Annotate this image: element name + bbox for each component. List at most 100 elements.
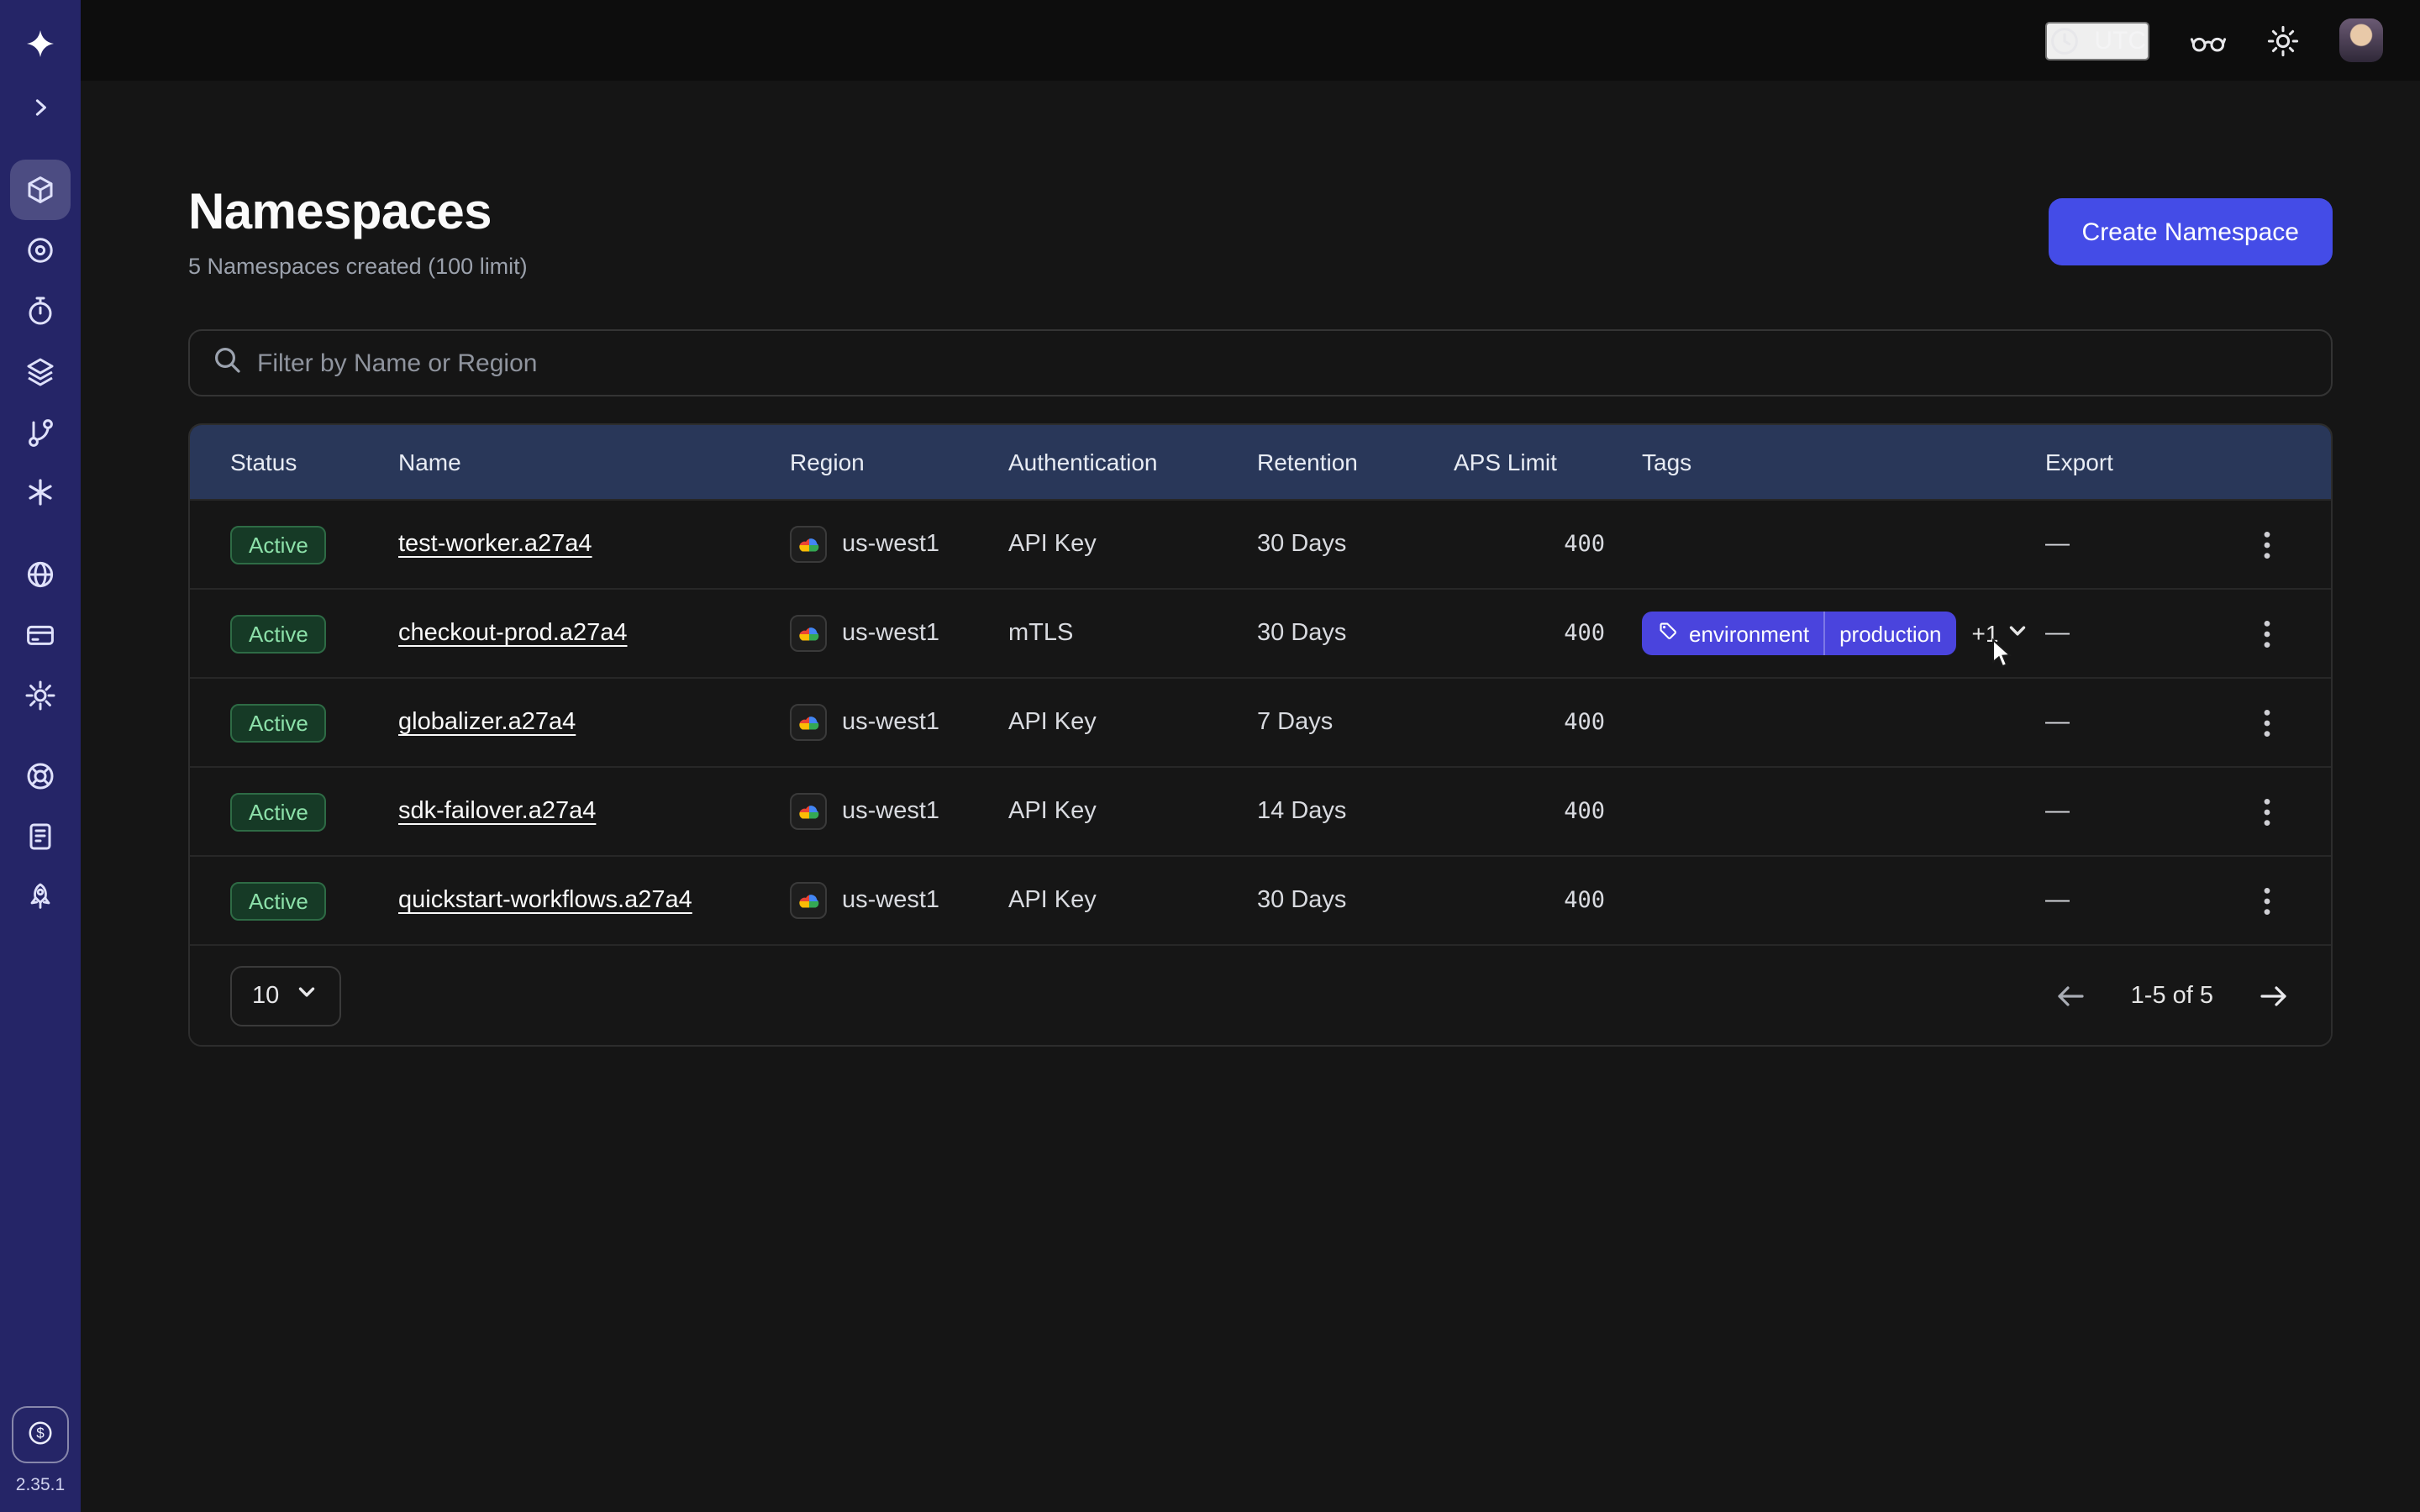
auth-cell: API Key	[1008, 709, 1257, 736]
row-actions-button[interactable]	[2244, 877, 2291, 924]
export-cell: —	[2045, 531, 2217, 558]
app-version: 2.35.1	[16, 1475, 65, 1495]
lifebuoy-icon	[24, 759, 57, 793]
svg-text:$: $	[36, 1425, 45, 1441]
app-window: $ 2.35.1 UTC Namespaces 5 Namespaces cre…	[0, 0, 2420, 1512]
export-cell: —	[2045, 887, 2217, 914]
next-page-button[interactable]	[2257, 979, 2291, 1012]
page-size-value: 10	[252, 982, 279, 1009]
sidebar-item-settings[interactable]	[10, 665, 71, 726]
retention-cell: 30 Days	[1257, 620, 1454, 647]
status-badge: Active	[230, 792, 327, 831]
timezone-label: UTC	[2094, 26, 2146, 55]
namespace-link[interactable]: sdk-failover.a27a4	[398, 798, 596, 825]
topbar: UTC	[81, 0, 2420, 81]
col-authentication: Authentication	[1008, 449, 1257, 475]
table-row: Active sdk-failover.a27a4 us-west1 API K…	[190, 766, 2331, 855]
region-cell: us-west1	[790, 704, 1008, 741]
region-label: us-west1	[842, 531, 939, 558]
col-tags: Tags	[1642, 449, 2045, 475]
status-badge: Active	[230, 703, 327, 742]
table-row: Active test-worker.a27a4 us-west1 API Ke…	[190, 499, 2331, 588]
temporal-logo-icon	[10, 13, 71, 74]
filter-bar	[188, 329, 2333, 396]
region-label: us-west1	[842, 709, 939, 736]
tag-chip[interactable]: environment production	[1642, 612, 1957, 655]
page-size-select[interactable]: 10	[230, 965, 341, 1026]
page-title: Namespaces	[188, 185, 528, 242]
docs-icon	[24, 820, 57, 853]
tags-cell: environment production +1	[1642, 612, 2045, 655]
table-row: Active quickstart-workflows.a27a4 us-wes…	[190, 855, 2331, 944]
region-label: us-west1	[842, 887, 939, 914]
clock-icon	[2049, 24, 2081, 56]
retention-cell: 14 Days	[1257, 798, 1454, 825]
auth-cell: API Key	[1008, 531, 1257, 558]
more-tags-button[interactable]: +1	[1972, 618, 2031, 648]
col-retention: Retention	[1257, 449, 1454, 475]
credit-card-icon	[24, 618, 57, 652]
status-badge: Active	[230, 881, 327, 920]
chevron-down-icon	[2005, 618, 2030, 648]
sidebar-item-support[interactable]	[10, 746, 71, 806]
aps-limit-cell: 400	[1454, 620, 1642, 647]
namespace-count-subtitle: 5 Namespaces created (100 limit)	[188, 254, 528, 279]
export-cell: —	[2045, 709, 2217, 736]
prev-page-button[interactable]	[2054, 979, 2087, 1012]
timer-icon	[24, 294, 57, 328]
sidebar-item-namespaces[interactable]	[10, 160, 71, 220]
auth-cell: mTLS	[1008, 620, 1257, 647]
asterisk-icon	[24, 475, 57, 509]
sidebar-item-target[interactable]	[10, 220, 71, 281]
region-label: us-west1	[842, 620, 939, 647]
row-actions-button[interactable]	[2244, 521, 2291, 568]
col-export: Export	[2045, 449, 2217, 475]
row-actions-button[interactable]	[2244, 610, 2291, 657]
sidebar-expand-button[interactable]	[10, 77, 71, 138]
region-cell: us-west1	[790, 882, 1008, 919]
timezone-selector[interactable]: UTC	[2045, 21, 2149, 60]
status-badge: Active	[230, 525, 327, 564]
filter-input[interactable]	[257, 349, 2309, 377]
namespace-link[interactable]: test-worker.a27a4	[398, 531, 592, 558]
export-cell: —	[2045, 798, 2217, 825]
table-header-row: Status Name Region Authentication Retent…	[190, 425, 2331, 499]
sidebar-item-nexus[interactable]	[10, 462, 71, 522]
sidebar-item-workflow[interactable]	[10, 402, 71, 462]
region-cell: us-west1	[790, 526, 1008, 563]
tag-icon	[1657, 620, 1679, 647]
region-cell: us-west1	[790, 615, 1008, 652]
retention-cell: 7 Days	[1257, 709, 1454, 736]
tag-key: environment	[1689, 621, 1809, 646]
col-name: Name	[398, 449, 790, 475]
namespace-link[interactable]: checkout-prod.a27a4	[398, 620, 628, 647]
git-branch-icon	[24, 415, 57, 449]
sidebar-item-docs[interactable]	[10, 806, 71, 867]
sidebar-item-globe[interactable]	[10, 544, 71, 605]
row-actions-button[interactable]	[2244, 788, 2291, 835]
table-row: Active globalizer.a27a4 us-west1 API Key…	[190, 677, 2331, 766]
region-label: us-west1	[842, 798, 939, 825]
theme-toggle-sun-icon[interactable]	[2267, 24, 2299, 56]
gcp-cloud-icon	[790, 615, 827, 652]
rocket-icon	[24, 880, 57, 914]
main-content: Namespaces 5 Namespaces created (100 lim…	[81, 81, 2420, 1512]
sidebar-item-timer[interactable]	[10, 281, 71, 341]
export-cell: —	[2045, 620, 2217, 647]
namespaces-cube-icon	[24, 173, 57, 207]
create-namespace-button[interactable]: Create Namespace	[2049, 198, 2333, 265]
status-badge: Active	[230, 614, 327, 653]
col-status: Status	[230, 449, 398, 475]
sidebar-item-getting-started[interactable]	[10, 867, 71, 927]
row-actions-button[interactable]	[2244, 699, 2291, 746]
gcp-cloud-icon	[790, 526, 827, 563]
user-avatar[interactable]	[2339, 18, 2383, 62]
sidebar-item-billing[interactable]	[10, 605, 71, 665]
aps-limit-cell: 400	[1454, 887, 1642, 914]
auth-cell: API Key	[1008, 887, 1257, 914]
namespace-link[interactable]: quickstart-workflows.a27a4	[398, 887, 692, 914]
usage-button[interactable]: $	[12, 1406, 69, 1463]
namespace-link[interactable]: globalizer.a27a4	[398, 709, 576, 736]
labs-glasses-icon[interactable]	[2190, 28, 2227, 53]
sidebar-item-layers[interactable]	[10, 341, 71, 402]
